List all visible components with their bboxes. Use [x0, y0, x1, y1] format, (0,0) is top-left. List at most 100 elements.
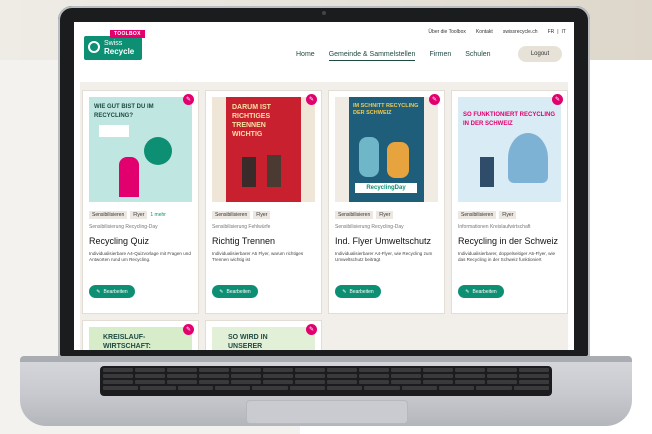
card-title: Richtig Trennen — [212, 236, 276, 246]
card-recycling-schweiz[interactable]: SO FUNKTIONIERT RECYCLING IN DER SCHWEIZ… — [451, 90, 568, 314]
key — [214, 386, 251, 390]
key — [455, 368, 485, 372]
tag[interactable]: Flyer — [130, 211, 148, 219]
poster-figure — [387, 142, 409, 178]
tag-list: Sensibilisieren Flyer 1 mehr — [89, 211, 166, 219]
card-meta: Sensibilisierung Recycling-Day — [89, 224, 158, 230]
card-recycling-quiz[interactable]: WIE GUT BIST DU IM RECYCLING? ✎ Sensibil… — [82, 90, 199, 314]
card-richtig-trennen[interactable]: DARUM IST RICHTIGES TRENNEN WICHTIG ✎ Se… — [205, 90, 322, 314]
tag[interactable]: Sensibilisieren — [458, 211, 497, 219]
key — [391, 368, 421, 372]
poster-shape — [508, 133, 548, 183]
poster-title: SO FUNKTIONIERT RECYCLING IN DER SCHWEIZ — [463, 112, 556, 127]
edit-button[interactable]: ✎ Bearbeiten — [458, 285, 504, 298]
key — [295, 368, 325, 372]
tag[interactable]: Sensibilisieren — [212, 211, 251, 219]
tag[interactable]: Flyer — [253, 211, 271, 219]
poster-circle — [144, 137, 172, 165]
key — [487, 380, 517, 384]
edit-button-label: Bearbeiten — [103, 288, 128, 295]
poster-image[interactable]: SO FUNKTIONIERT RECYCLING IN DER SCHWEIZ — [458, 97, 561, 202]
tag-list: Sensibilisieren Flyer — [212, 211, 271, 219]
key — [231, 368, 261, 372]
camera-icon — [322, 11, 326, 15]
card-meta: Informationen Kreislaufwirtschaft — [458, 224, 531, 230]
lang-it[interactable]: IT — [562, 29, 566, 35]
nav-schulen[interactable]: Schulen — [465, 51, 490, 61]
key — [135, 368, 165, 372]
edit-pencil-icon[interactable]: ✎ — [552, 94, 563, 105]
poster-title: KREISLAUF-WIRTSCHAFT: — [103, 334, 151, 350]
edit-pencil-icon[interactable]: ✎ — [429, 94, 440, 105]
poster-image[interactable]: DARUM IST RICHTIGES TRENNEN WICHTIG — [212, 97, 315, 202]
key — [199, 374, 229, 378]
tag[interactable]: Flyer — [376, 211, 394, 219]
tag[interactable]: Flyer — [499, 211, 517, 219]
link-about-toolbox[interactable]: Über die Toolbox — [428, 29, 465, 35]
poster-image[interactable]: KREISLAUF-WIRTSCHAFT: — [89, 327, 192, 350]
pencil-icon: ✎ — [96, 288, 101, 295]
lang-separator: | — [557, 29, 559, 35]
key — [423, 368, 453, 372]
key — [423, 374, 453, 378]
key — [199, 368, 229, 372]
key — [327, 374, 357, 378]
more-tags-link[interactable]: 1 mehr — [150, 212, 166, 218]
link-swissrecycle-site[interactable]: swissrecycle.ch — [503, 29, 538, 35]
key — [263, 374, 293, 378]
card-title: Recycling in der Schweiz — [458, 236, 559, 246]
key — [359, 368, 389, 372]
poster-figure — [359, 137, 379, 177]
poster-image[interactable]: IM SCHNITT RECYCLING DER SCHWEIZ Recycli… — [335, 97, 438, 202]
poster-image[interactable]: SO WIRD IN UNSERER — [212, 327, 315, 350]
laptop-lid: TOOLBOX Swiss Recycle Über die Toolbox K… — [58, 6, 590, 358]
card-so-wird[interactable]: SO WIRD IN UNSERER ✎ — [205, 320, 322, 350]
lang-fr[interactable]: FR — [548, 29, 555, 35]
link-contact[interactable]: Kontakt — [476, 29, 493, 35]
key — [103, 380, 133, 384]
poster-badge: RecyclingDay — [355, 183, 417, 193]
key — [140, 386, 176, 390]
swiss-recycle-logo[interactable]: TOOLBOX Swiss Recycle — [84, 30, 145, 60]
edit-button[interactable]: ✎ Bearbeiten — [335, 285, 381, 298]
pencil-icon: ✎ — [219, 288, 224, 295]
poster-figure — [242, 157, 256, 187]
card-description: Individualisierbarer, doppelseitiger A5-… — [458, 251, 556, 262]
card-flyer-umweltschutz[interactable]: IM SCHNITT RECYCLING DER SCHWEIZ Recycli… — [328, 90, 445, 314]
recycle-logo-icon — [88, 41, 100, 53]
toolbox-tag: TOOLBOX — [110, 30, 145, 38]
tag[interactable]: Sensibilisieren — [335, 211, 374, 219]
nav-home[interactable]: Home — [296, 51, 315, 61]
keyboard — [100, 366, 552, 396]
card-meta: Sensibilisierung Recycling-Day — [335, 224, 404, 230]
nav-gemeinde[interactable]: Gemeinde & Sammelstellen — [328, 51, 416, 61]
key — [135, 374, 165, 378]
edit-pencil-icon[interactable]: ✎ — [183, 94, 194, 105]
key — [103, 368, 133, 372]
logout-button[interactable]: Logout — [518, 46, 562, 62]
poster-title: SO WIRD IN UNSERER — [228, 334, 268, 350]
card-kreislaufwirtschaft[interactable]: KREISLAUF-WIRTSCHAFT: ✎ — [82, 320, 199, 350]
edit-button[interactable]: ✎ Bearbeiten — [212, 285, 258, 298]
poster-title: WIE GUT BIST DU IM RECYCLING? — [94, 104, 154, 119]
key — [513, 386, 549, 390]
edit-button-label: Bearbeiten — [472, 288, 497, 295]
key — [438, 386, 475, 390]
edit-pencil-icon[interactable]: ✎ — [306, 324, 317, 335]
key — [327, 380, 357, 384]
key — [295, 374, 325, 378]
poster-figure — [480, 157, 494, 187]
edit-button[interactable]: ✎ Bearbeiten — [89, 285, 135, 298]
poster-block — [99, 125, 129, 137]
key — [289, 386, 325, 390]
laptop-base — [20, 356, 632, 426]
edit-pencil-icon[interactable]: ✎ — [183, 324, 194, 335]
poster-image[interactable]: WIE GUT BIST DU IM RECYCLING? — [89, 97, 192, 202]
key — [455, 380, 485, 384]
language-switch: FR | IT — [548, 29, 566, 35]
key — [263, 380, 293, 384]
tag[interactable]: Sensibilisieren — [89, 211, 128, 219]
key — [252, 386, 288, 390]
edit-pencil-icon[interactable]: ✎ — [306, 94, 317, 105]
nav-firmen[interactable]: Firmen — [429, 51, 451, 61]
